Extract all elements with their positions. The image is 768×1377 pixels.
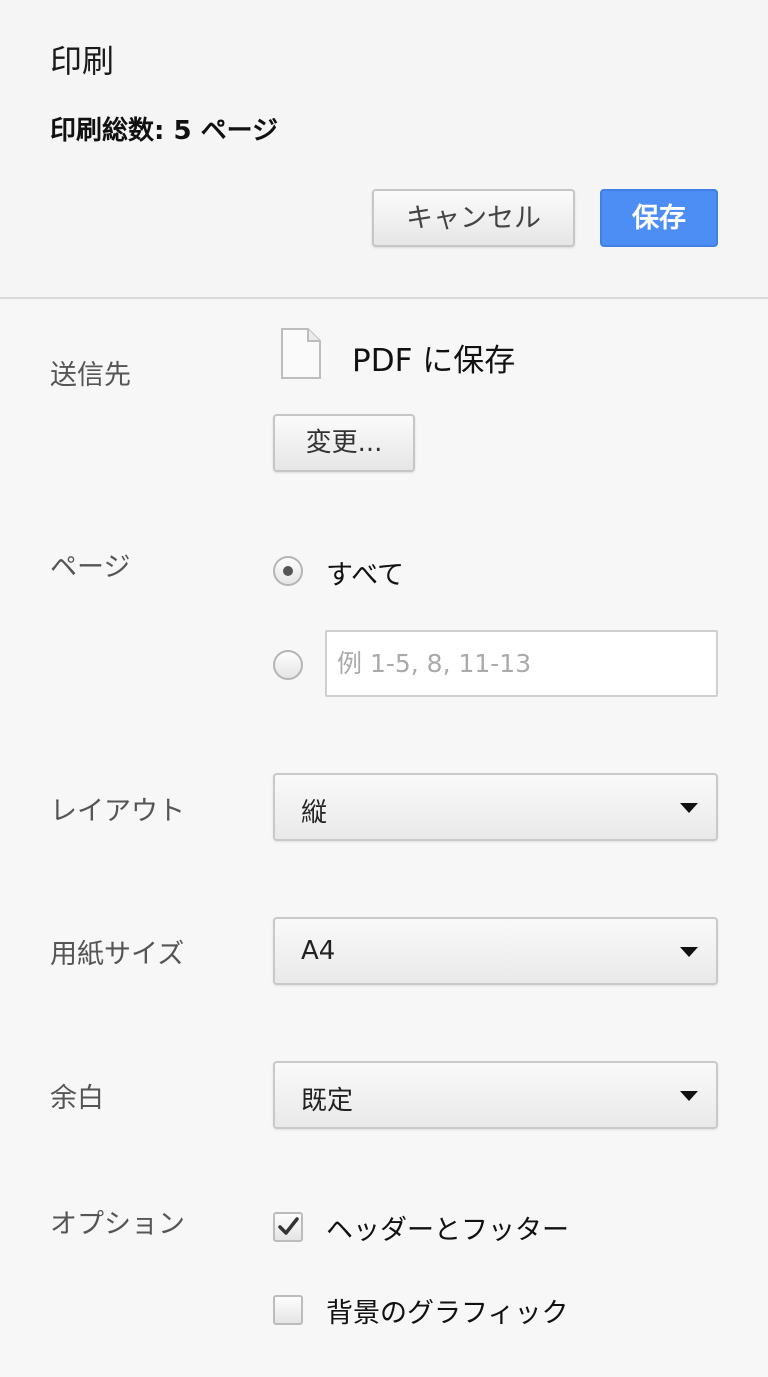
document-icon [281, 328, 321, 379]
paper-size-label: 用紙サイズ [50, 939, 185, 970]
options-label: オプション [50, 1209, 185, 1240]
layout-label: レイアウト [50, 796, 185, 827]
background-graphics-label: 背景のグラフィック [326, 1298, 569, 1329]
dropdown-arrow-icon [680, 947, 698, 957]
background-graphics-checkbox[interactable] [273, 1295, 303, 1325]
pages-all-radio[interactable] [273, 556, 303, 586]
save-button[interactable]: 保存 [600, 189, 718, 247]
pages-all-label: すべて [326, 560, 405, 591]
pages-range-radio[interactable] [273, 650, 303, 680]
dropdown-arrow-icon [680, 1091, 698, 1101]
page-range-input[interactable] [325, 630, 718, 697]
checkmark-icon [278, 1217, 299, 1235]
destination-value: PDF に保存 [352, 343, 516, 379]
margins-select-value: 既定 [301, 1086, 354, 1116]
cancel-button[interactable]: キャンセル [372, 189, 575, 247]
pages-label: ページ [50, 552, 131, 583]
paper-size-select-value: A4 [301, 936, 336, 966]
header-footer-label: ヘッダーとフッター [326, 1215, 569, 1246]
print-header: 印刷 印刷総数: 5 ページ キャンセル 保存 [0, 0, 768, 299]
change-destination-button[interactable]: 変更... [273, 414, 415, 472]
radio-selected-dot [283, 566, 293, 576]
header-footer-checkbox[interactable] [273, 1212, 303, 1242]
page-title: 印刷 [50, 42, 115, 80]
dropdown-arrow-icon [680, 803, 698, 813]
margins-label: 余白 [50, 1083, 104, 1114]
layout-select-value: 縦 [301, 798, 328, 828]
destination-label: 送信先 [50, 360, 131, 391]
margins-select[interactable]: 既定 [273, 1061, 718, 1129]
page-count-summary: 印刷総数: 5 ページ [50, 116, 279, 146]
paper-size-select[interactable]: A4 [273, 917, 718, 985]
layout-select[interactable]: 縦 [273, 773, 718, 841]
